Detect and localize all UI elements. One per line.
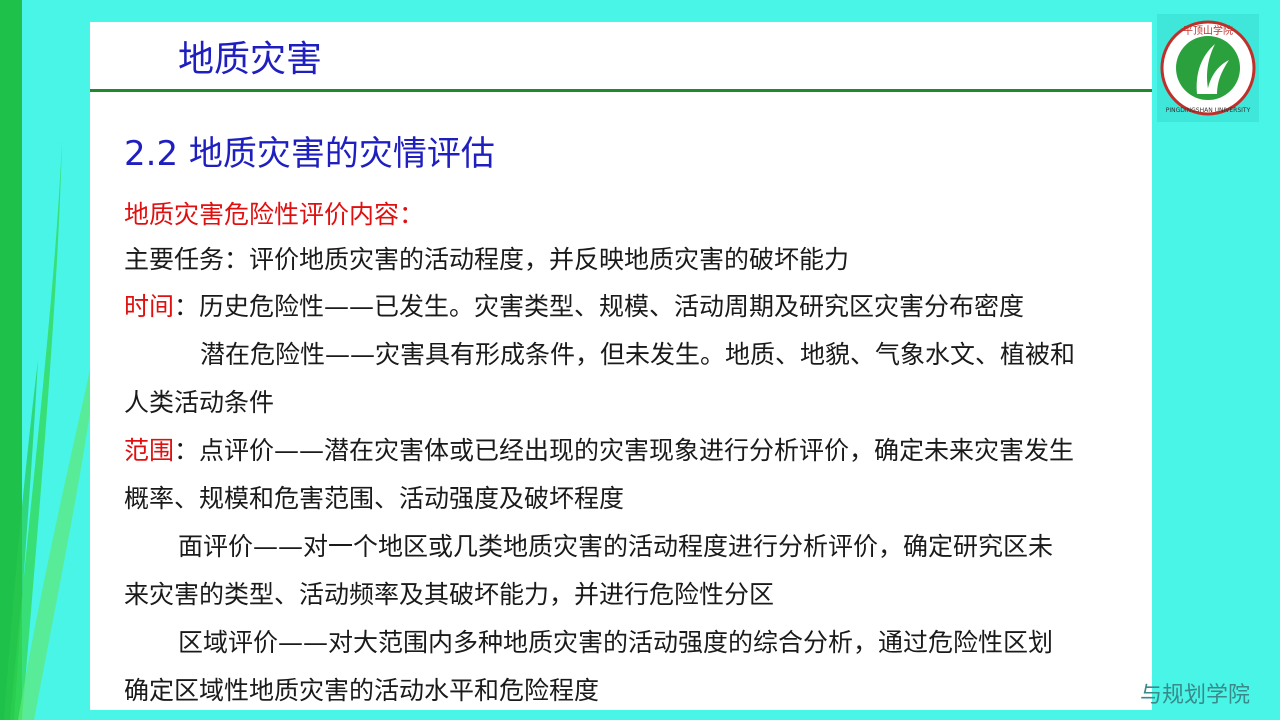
logo-text-bottom: PINGDINGSHAN UNIVERSITY xyxy=(1166,107,1251,114)
page-title: 地质灾害 xyxy=(178,39,323,80)
time-text: ：历史危险性——已发生。灾害类型、规模、活动周期及研究区灾害分布密度 xyxy=(174,292,1025,321)
content-line-continuation: 人类活动条件 xyxy=(124,388,275,417)
footer-text: 与规划学院 xyxy=(1140,683,1251,708)
content-line-continuation: 概率、规模和危害范围、活动强度及破坏程度 xyxy=(124,484,625,513)
scope-label: 范围 xyxy=(124,436,175,465)
content-line-continuation: 来灾害的类型、活动频率及其破坏能力，并进行危险性分区 xyxy=(124,580,775,609)
time-label: 时间 xyxy=(124,292,175,321)
content-line-region: 区域评价——对大范围内多种地质灾害的活动强度的综合分析，通过危险性区划 xyxy=(178,628,1054,657)
content-line-potential: 潜在危险性——灾害具有形成条件，但未发生。地质、地貌、气象水文、植被和 xyxy=(200,340,1076,369)
content-line-continuation: 确定区域性地质灾害的活动水平和危险程度 xyxy=(124,676,600,705)
content-line-area: 面评价——对一个地区或几类地质灾害的活动程度进行分析评价，确定研究区未 xyxy=(178,532,1054,561)
university-emblem-icon: 平顶山学院 PINGDINGSHAN UNIVERSITY xyxy=(1160,20,1256,116)
university-logo: 平顶山学院 PINGDINGSHAN UNIVERSITY xyxy=(1157,14,1259,122)
section-heading: 2.2 地质灾害的灾情评估 xyxy=(124,134,495,174)
scope-text: ：点评价——潜在灾害体或已经出现的灾害现象进行分析评价，确定未来灾害发生 xyxy=(174,436,1075,465)
content-line-scope: 范围：点评价——潜在灾害体或已经出现的灾害现象进行分析评价，确定未来灾害发生 xyxy=(124,434,1074,468)
content-line-main-task: 主要任务：评价地质灾害的活动程度，并反映地质灾害的破坏能力 xyxy=(124,245,850,274)
content-line-time: 时间：历史危险性——已发生。灾害类型、规模、活动周期及研究区灾害分布密度 xyxy=(124,290,1024,324)
content-subheading: 地质灾害危险性评价内容： xyxy=(124,200,425,229)
title-divider xyxy=(90,89,1152,92)
slide-content-panel: 地质灾害 2.2 地质灾害的灾情评估 地质灾害危险性评价内容： 主要任务：评价地… xyxy=(90,22,1152,710)
logo-text-top: 平顶山学院 xyxy=(1183,24,1233,37)
